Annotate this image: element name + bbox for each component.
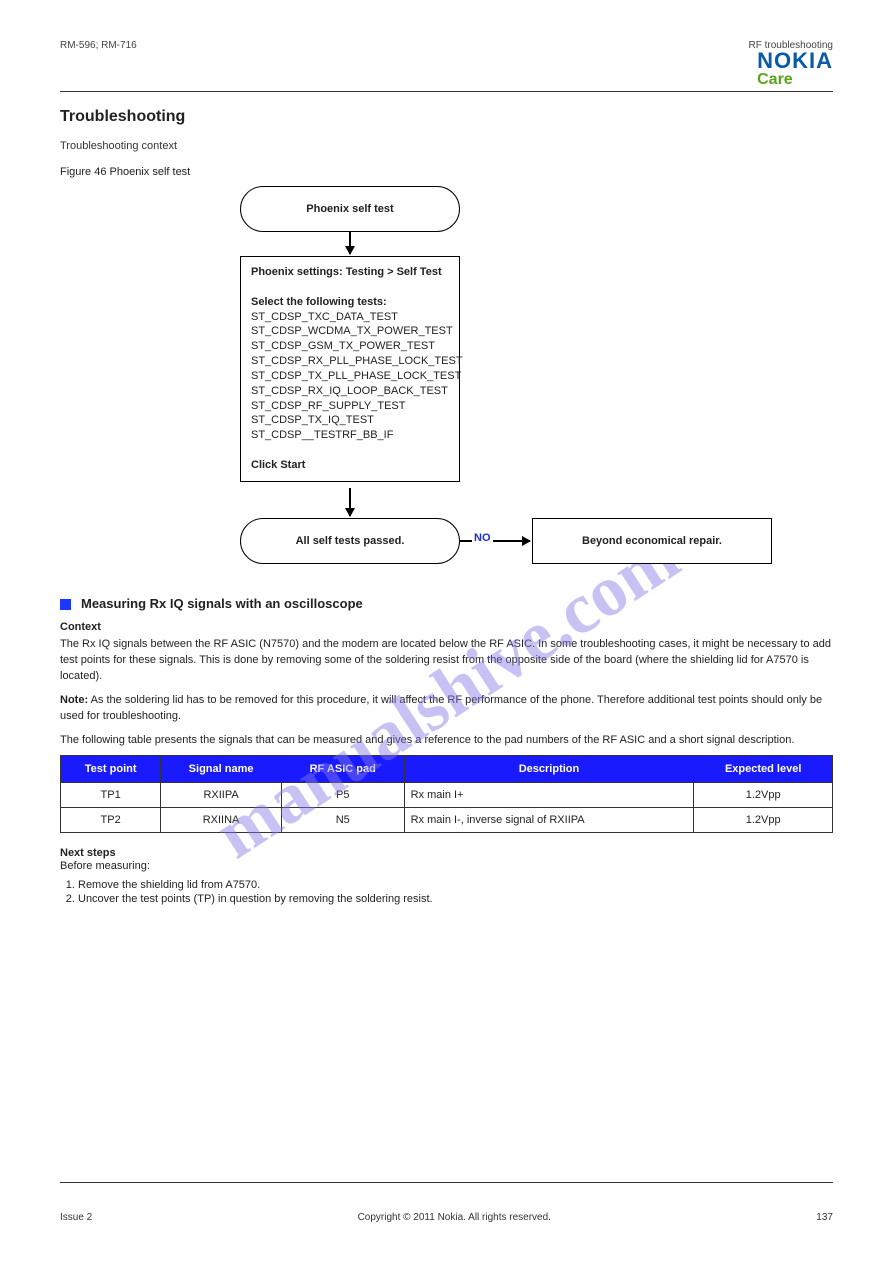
test-5: ST_CDSP_RX_IQ_LOOP_BACK_TEST <box>251 385 448 397</box>
test-1: ST_CDSP_WCDMA_TX_POWER_TEST <box>251 325 453 337</box>
flow-decision-label: All self tests passed. <box>296 535 405 547</box>
figure-caption: Figure 46 Phoenix self test <box>60 166 833 178</box>
th-signal: Signal name <box>161 755 282 782</box>
edge-no-label: NO <box>472 532 493 544</box>
flow-terminal: Beyond economical repair. <box>532 518 772 564</box>
table-caption: The following table presents the signals… <box>60 733 833 749</box>
table-row: TP1 RXIIPA P5 Rx main I+ 1.2Vpp <box>61 782 833 807</box>
note-block: Note: As the soldering lid has to be rem… <box>60 693 833 725</box>
list-item: Uncover the test points (TP) in question… <box>78 893 833 905</box>
footer-right: 137 <box>816 1212 833 1223</box>
th-desc: Description <box>404 755 694 782</box>
test-3: ST_CDSP_RX_PLL_PHASE_LOCK_TEST <box>251 355 463 367</box>
cell: Rx main I+ <box>404 782 694 807</box>
section-heading: Measuring Rx IQ signals with an oscillos… <box>81 596 363 611</box>
cell: P5 <box>281 782 404 807</box>
process-heading: Phoenix settings: <box>251 266 343 278</box>
cell: 1.2Vpp <box>694 807 833 832</box>
footer-rule <box>60 1182 833 1183</box>
context-body: The Rx IQ signals between the RF ASIC (N… <box>60 637 833 685</box>
click-start-label: Click Start <box>251 459 305 471</box>
test-8: ST_CDSP__TESTRF_BB_IF <box>251 429 393 441</box>
header-rule <box>60 91 833 92</box>
test-4: ST_CDSP_TX_PLL_PHASE_LOCK_TEST <box>251 370 461 382</box>
list-item: Remove the shielding lid from A7570. <box>78 879 833 891</box>
signal-table: Test point Signal name RF ASIC pad Descr… <box>60 755 833 833</box>
troubleshooting-title: Troubleshooting <box>60 108 833 126</box>
arrow-down-1 <box>349 232 351 254</box>
header-left: RM-596; RM-716 <box>60 40 137 51</box>
flow-process: Phoenix settings: Testing > Self Test Se… <box>240 256 460 482</box>
th-pad: RF ASIC pad <box>281 755 404 782</box>
arrow-down-2 <box>349 488 351 516</box>
flow-start: Phoenix self test <box>240 186 460 232</box>
flowchart: Phoenix self test Phoenix settings: Test… <box>240 186 780 586</box>
th-testpoint: Test point <box>61 755 161 782</box>
table-header-row: Test point Signal name RF ASIC pad Descr… <box>61 755 833 782</box>
page-footer: Issue 2 Copyright © 2011 Nokia. All righ… <box>60 1212 833 1223</box>
cell: RXIINA <box>161 807 282 832</box>
process-heading-bold: Testing > Self Test <box>346 266 442 278</box>
nextsteps-label: Next steps <box>60 847 833 859</box>
cell: TP2 <box>61 807 161 832</box>
test-6: ST_CDSP_RF_SUPPLY_TEST <box>251 400 405 412</box>
nextsteps-list: Remove the shielding lid from A7570. Unc… <box>60 879 833 905</box>
th-level: Expected level <box>694 755 833 782</box>
care-wordmark: Care <box>757 72 833 88</box>
footer-center: Copyright © 2011 Nokia. All rights reser… <box>358 1212 551 1223</box>
section-heading-row: Measuring Rx IQ signals with an oscillos… <box>60 596 833 611</box>
select-label: Select the following tests: <box>251 296 387 308</box>
table-row: TP2 RXIINA N5 Rx main I-, inverse signal… <box>61 807 833 832</box>
test-0: ST_CDSP_TXC_DATA_TEST <box>251 311 398 323</box>
header-meta: RM-596; RM-716 RF troubleshooting <box>60 40 833 51</box>
cell: Rx main I-, inverse signal of RXIIPA <box>404 807 694 832</box>
cell: N5 <box>281 807 404 832</box>
cell: 1.2Vpp <box>694 782 833 807</box>
nokia-wordmark: NOKIA <box>757 50 833 72</box>
page: RM-596; RM-716 RF troubleshooting NOKIA … <box>0 0 893 1263</box>
arrow-right-no <box>460 540 530 542</box>
test-7: ST_CDSP_TX_IQ_TEST <box>251 414 374 426</box>
square-bullet-icon <box>60 599 71 610</box>
flow-decision: All self tests passed. <box>240 518 460 564</box>
test-2: ST_CDSP_GSM_TX_POWER_TEST <box>251 340 435 352</box>
note-body: As the soldering lid has to be removed f… <box>60 694 822 722</box>
nextsteps-before: Before measuring: <box>60 859 833 875</box>
context-label: Context <box>60 621 833 633</box>
brand-logo: NOKIA Care <box>757 50 833 88</box>
troubleshooting-context-label: Troubleshooting context <box>60 140 833 152</box>
cell: TP1 <box>61 782 161 807</box>
cell: RXIIPA <box>161 782 282 807</box>
flow-start-label: Phoenix self test <box>306 203 393 215</box>
flow-terminal-label: Beyond economical repair. <box>582 535 722 547</box>
footer-left: Issue 2 <box>60 1212 92 1223</box>
note-label: Note: <box>60 694 88 706</box>
